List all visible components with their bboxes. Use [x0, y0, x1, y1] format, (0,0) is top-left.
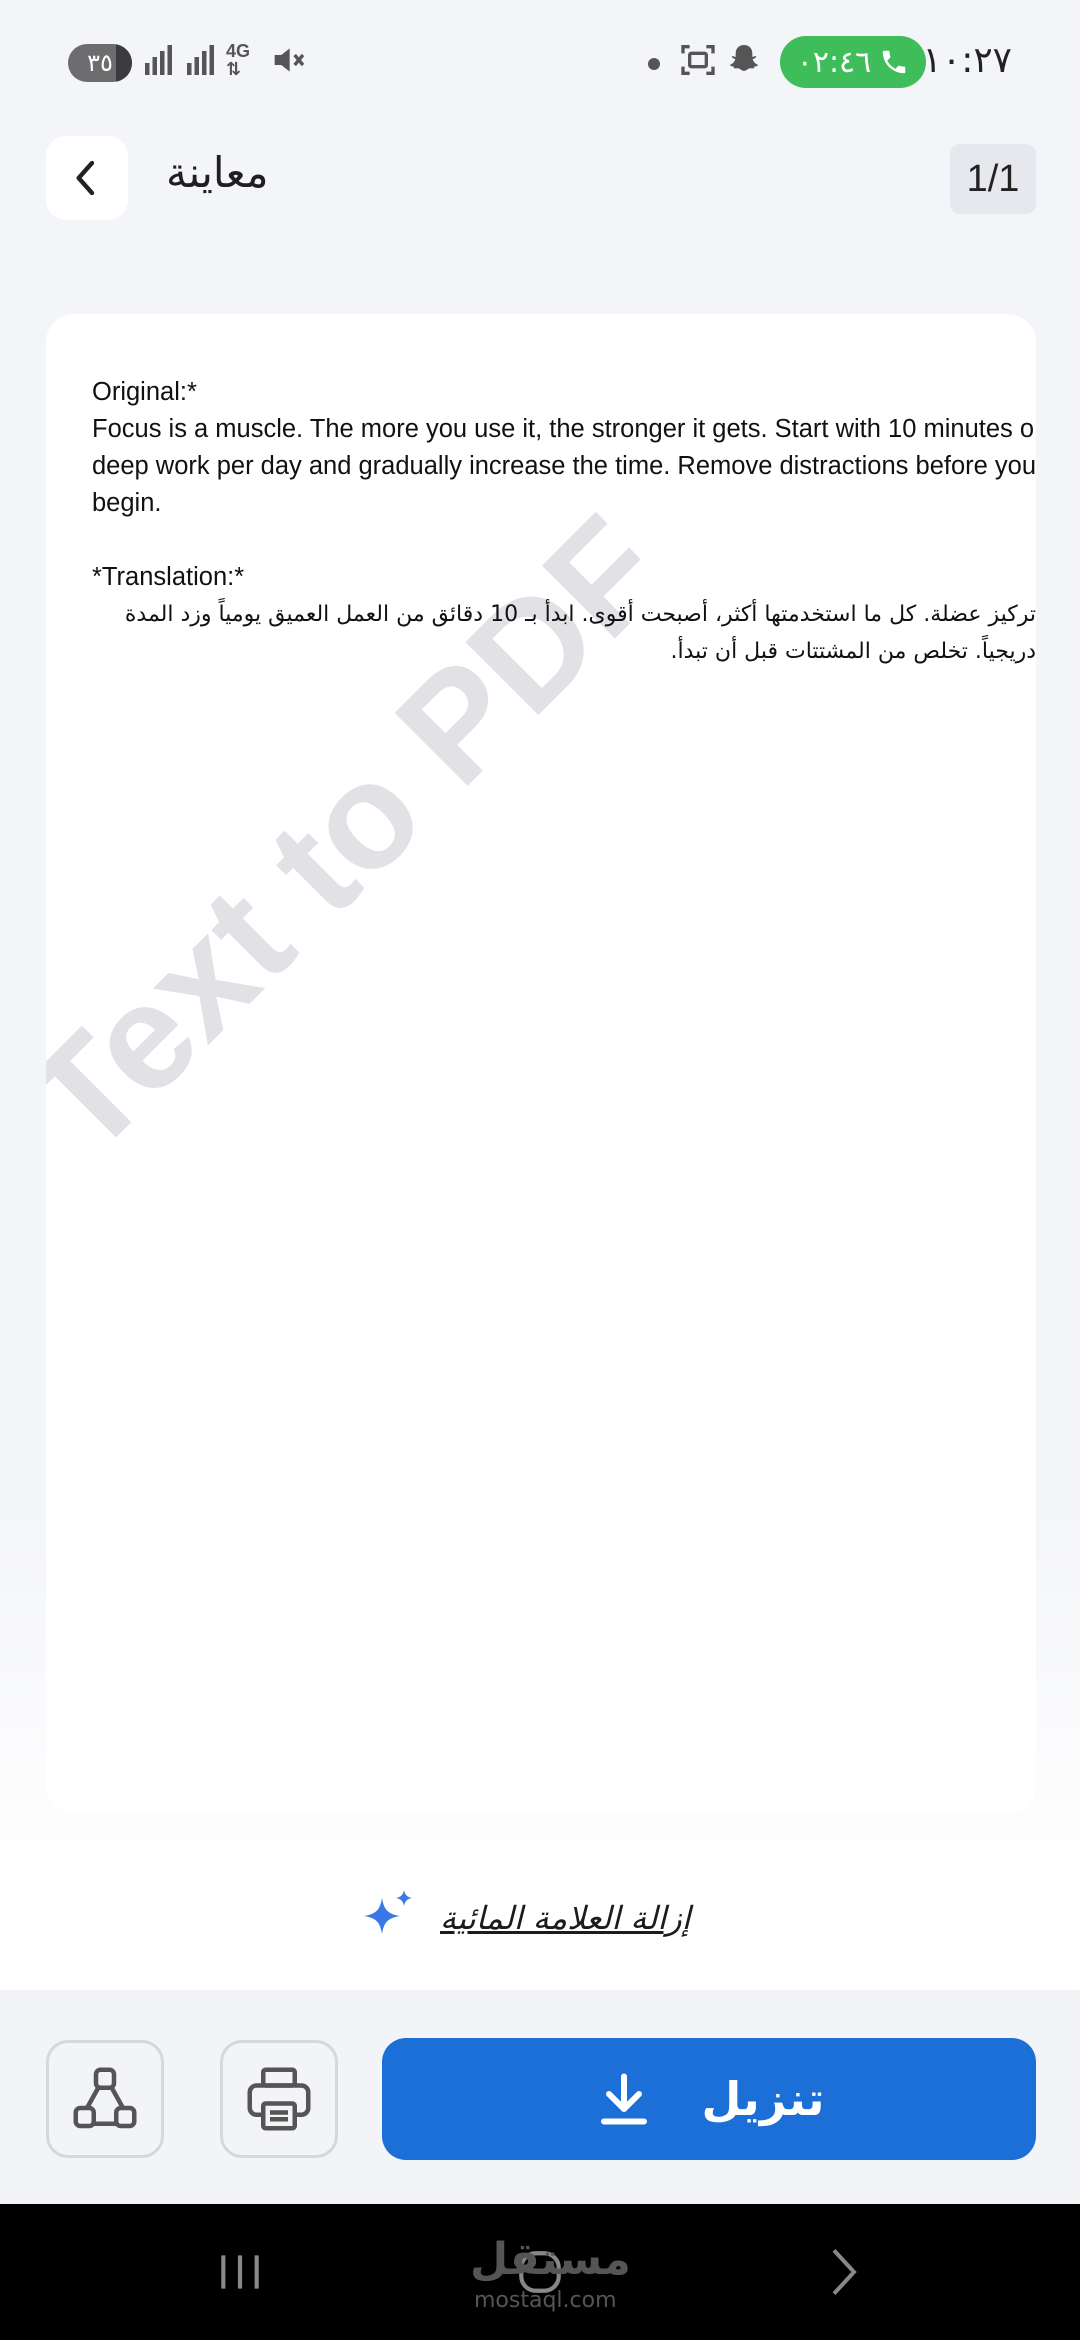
overlay-watermark-sub: mostaql.com: [474, 2288, 617, 2313]
call-duration: ٠٢:٤٦: [796, 44, 872, 80]
status-bar: ١٠:٢٧ ٠٢:٤٦ 4G ⇅ ٣٥: [0, 0, 1080, 128]
dot-icon: [648, 58, 660, 70]
network-4g-icon: 4G ⇅: [226, 41, 251, 79]
status-time: ١٠:٢٧: [922, 40, 1012, 81]
page-title: معاينة: [166, 148, 269, 197]
document-text: Original:* Focus is a muscle. The more y…: [92, 374, 1036, 670]
document-preview: Text to PDF Original:* Focus is a muscle…: [46, 314, 1036, 1814]
signal-icon-2: [145, 45, 172, 75]
battery-indicator: ٣٥: [68, 44, 132, 82]
printer-icon: [247, 2067, 311, 2131]
document-line: deep work per day and gradually increase…: [92, 452, 1036, 480]
print-button[interactable]: [220, 2040, 338, 2158]
mute-icon: [274, 48, 305, 72]
document-line: begin.: [92, 489, 162, 517]
overlay-watermark: مستقل: [470, 2234, 631, 2285]
snapchat-icon: [729, 45, 759, 71]
download-icon: [600, 2073, 647, 2125]
translation-label: *Translation:*: [92, 563, 245, 591]
phone-icon: [883, 50, 906, 74]
share-icon: [73, 2067, 137, 2129]
recent-apps-icon: [221, 2255, 259, 2289]
back-button[interactable]: [46, 136, 128, 220]
translation-line: دريجياً. تخلص من المشتتات قبل أن تبدأ.: [670, 639, 1036, 664]
document-line: Focus is a muscle. The more you use it, …: [92, 415, 1035, 443]
download-button[interactable]: تنزيل: [382, 2038, 1036, 2160]
back-nav-button[interactable]: [812, 2240, 876, 2304]
document-line: Original:*: [92, 378, 197, 406]
sparkle-icon: [364, 1890, 412, 1934]
screenshot-icon: [681, 45, 715, 75]
recent-apps-button[interactable]: [208, 2240, 272, 2304]
remove-watermark-button[interactable]: إزالة العلامة المائية: [356, 1888, 736, 1948]
signal-icon: [187, 45, 214, 75]
system-nav-bar: مستقل mostaql.com: [0, 2204, 1080, 2340]
ongoing-call-pill[interactable]: ٠٢:٤٦: [780, 36, 926, 88]
chevron-right-icon: [832, 2248, 857, 2296]
share-button[interactable]: [46, 2040, 164, 2158]
chevron-left-icon: [76, 160, 95, 196]
remove-watermark-label: إزالة العلامة المائية: [440, 1899, 691, 1937]
download-label: تنزيل: [701, 2072, 825, 2126]
translation-line: تركيز عضلة. كل ما استخدمتها أكثر، أصبحت …: [124, 602, 1036, 627]
page-counter: 1/1: [950, 144, 1036, 214]
